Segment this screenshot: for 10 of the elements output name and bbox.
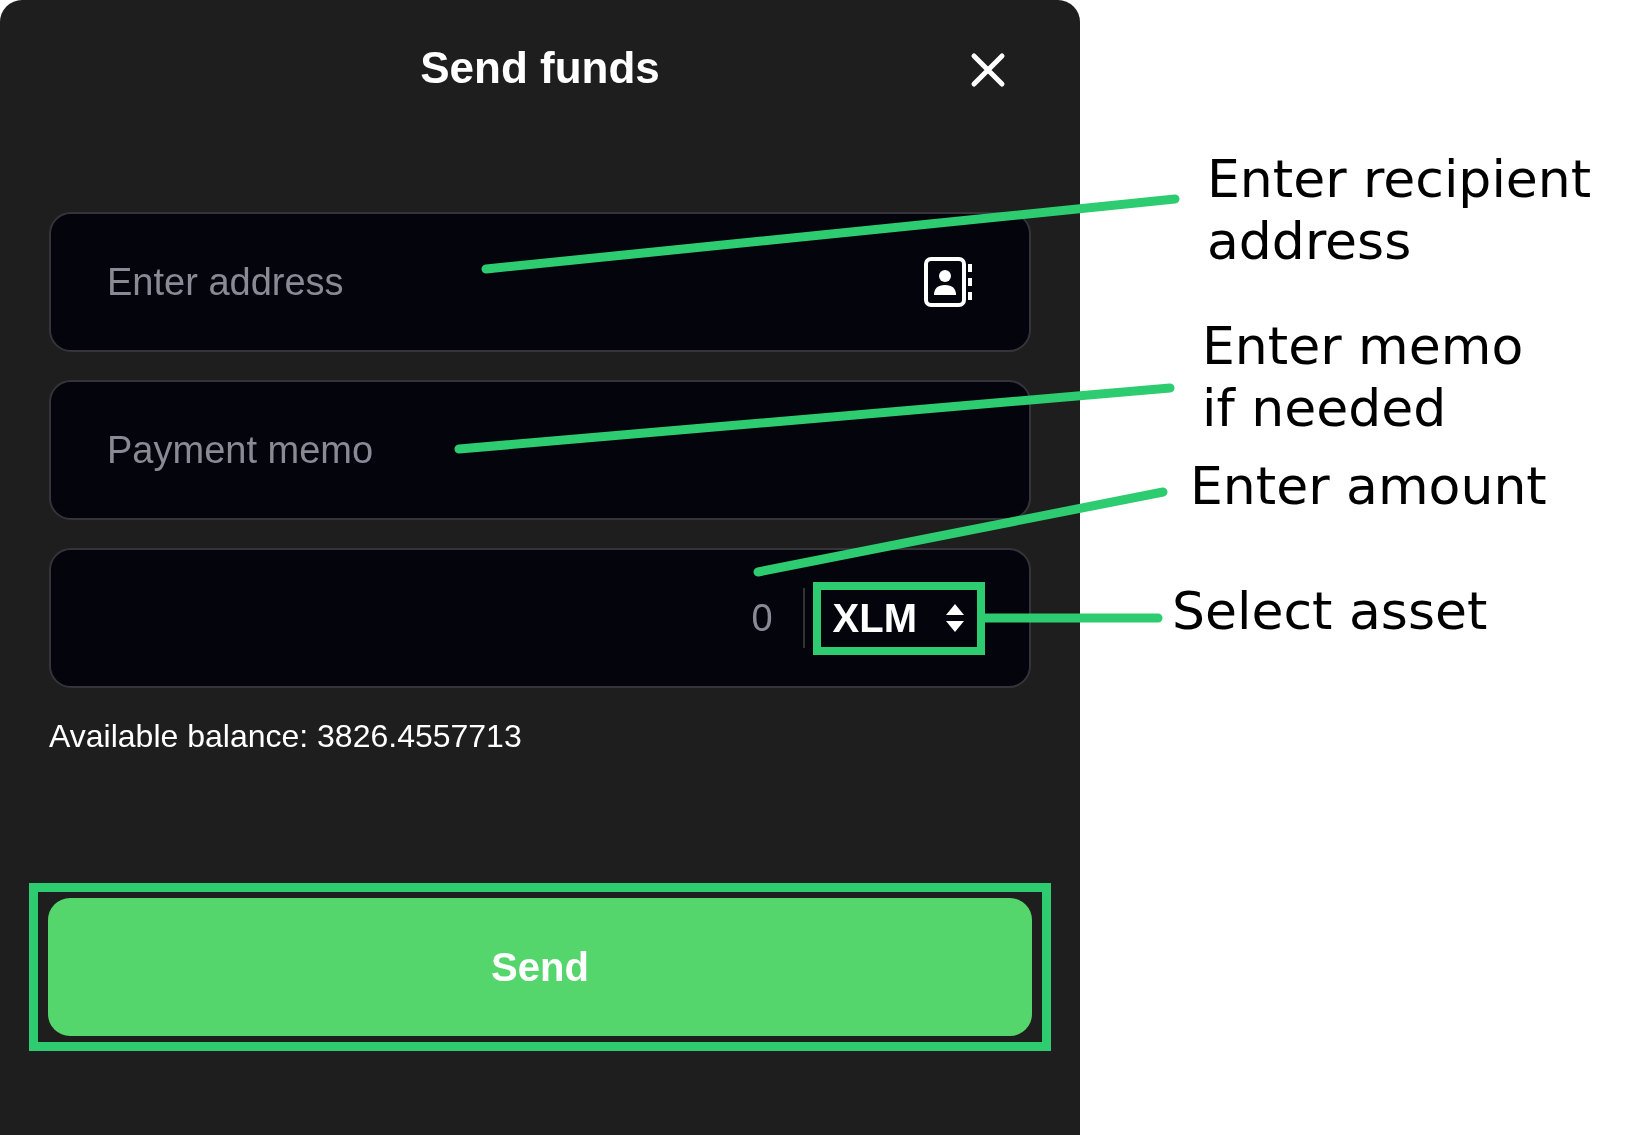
amount-field[interactable]: 0 XLM [49,548,1031,688]
input-field[interactable]: Payment memo [49,380,1031,520]
annotation-text: Enter memo if needed [1202,315,1524,439]
annotation-text: Select asset [1172,580,1488,642]
asset-selector[interactable]: XLM [812,581,985,655]
annotation-text: Enter recipient address [1207,148,1592,272]
balance-text: Available balance: 3826.4557713 [49,718,523,755]
dialog-title: Send funds [420,43,660,93]
annotation-text: Enter amount [1190,455,1547,517]
input-field[interactable]: Enter address [49,212,1031,352]
